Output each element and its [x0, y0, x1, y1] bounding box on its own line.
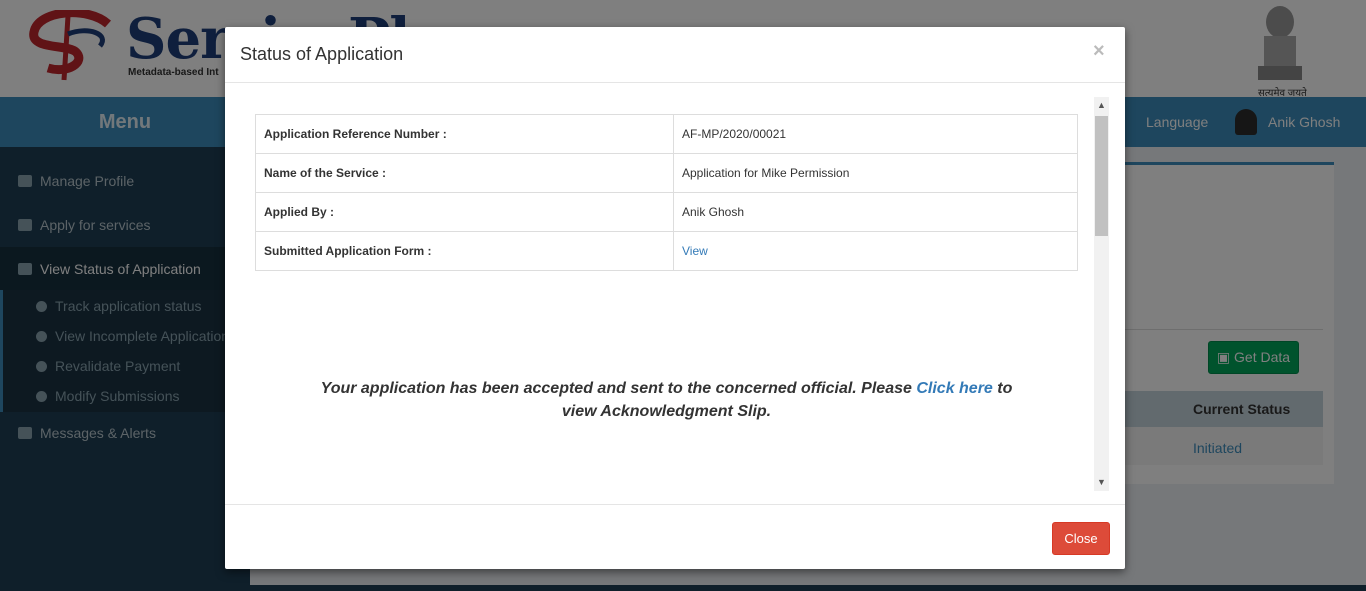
view-form-link[interactable]: View [682, 244, 708, 258]
application-info-table: Application Reference Number : AF-MP/202… [255, 114, 1078, 271]
message-text: Your application has been accepted and s… [320, 380, 912, 397]
table-row: Applied By : Anik Ghosh [255, 192, 1078, 232]
modal-title: Status of Application [240, 44, 404, 64]
table-row: Name of the Service : Application for Mi… [255, 153, 1078, 193]
row-label: Name of the Service : [255, 153, 674, 193]
scroll-up-icon[interactable]: ▲ [1094, 97, 1109, 114]
modal-footer: Close [225, 504, 1125, 569]
close-icon[interactable]: × [1093, 40, 1105, 63]
row-value: View [673, 231, 1078, 271]
acknowledgment-link[interactable]: Click here [916, 380, 992, 397]
row-value: AF-MP/2020/00021 [673, 114, 1078, 154]
status-modal: Status of Application × Application Refe… [225, 27, 1125, 569]
table-row: Application Reference Number : AF-MP/202… [255, 114, 1078, 154]
acceptance-message: Your application has been accepted and s… [305, 377, 1028, 423]
row-label: Application Reference Number : [255, 114, 674, 154]
close-button[interactable]: Close [1052, 522, 1110, 555]
scroll-down-icon[interactable]: ▼ [1094, 474, 1109, 491]
row-value: Application for Mike Permission [673, 153, 1078, 193]
modal-header: Status of Application × [225, 27, 1125, 83]
table-row: Submitted Application Form : View [255, 231, 1078, 271]
row-label: Applied By : [255, 192, 674, 232]
row-value: Anik Ghosh [673, 192, 1078, 232]
scrollbar-thumb[interactable] [1095, 116, 1108, 236]
row-label: Submitted Application Form : [255, 231, 674, 271]
modal-body: Application Reference Number : AF-MP/202… [225, 83, 1125, 504]
